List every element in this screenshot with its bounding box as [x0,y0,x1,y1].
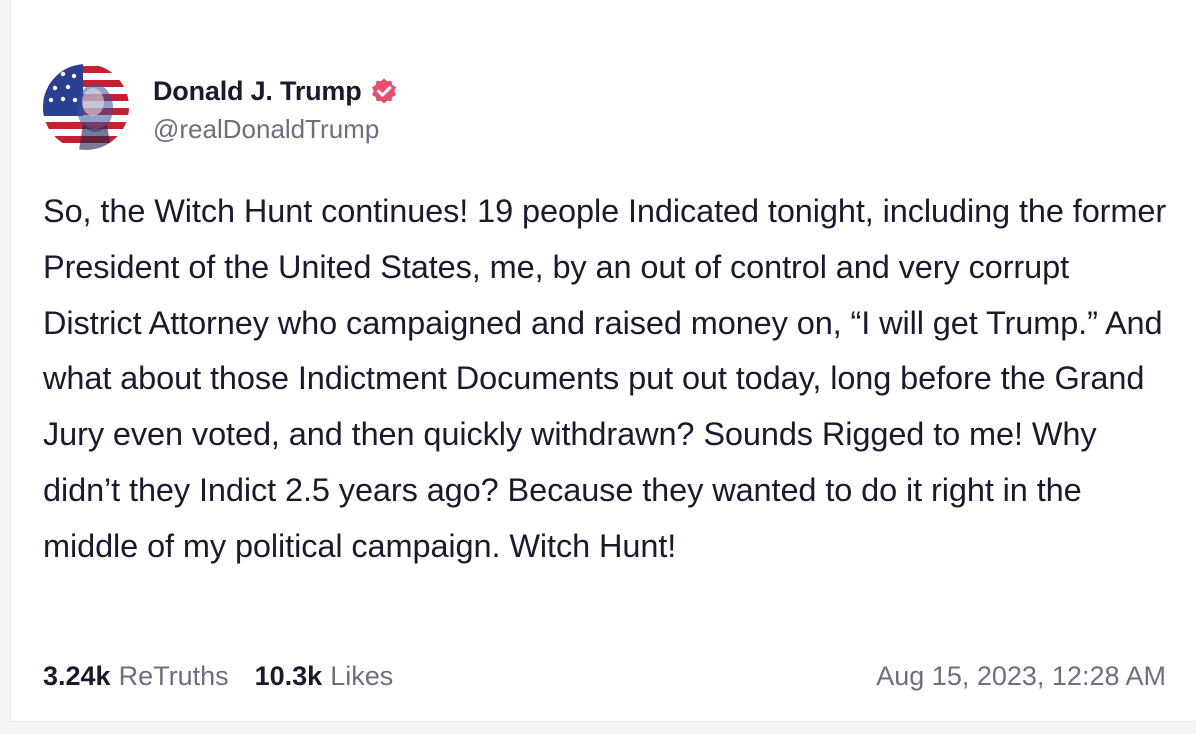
author-handle[interactable]: @realDonaldTrump [153,114,399,145]
author-info: Donald J. Trump @realDonaldTrump [153,70,399,145]
verified-badge-icon [371,78,396,103]
post-header: Donald J. Trump @realDonaldTrump [43,64,399,150]
author-display-name[interactable]: Donald J. Trump [153,76,362,107]
avatar[interactable] [43,64,129,150]
post-timestamp[interactable]: Aug 15, 2023, 12:28 AM [876,661,1166,692]
post-body: So, the Witch Hunt continues! 19 people … [43,193,1167,564]
retruths-count: 3.24k [43,660,111,691]
post-footer: 3.24k ReTruths 10.3k Likes Aug 15, 2023,… [43,652,1166,700]
likes-count: 10.3k [254,660,323,691]
retruths-label: ReTruths [118,660,229,691]
post-stats: 3.24k ReTruths 10.3k Likes [43,661,419,692]
author-name-row: Donald J. Trump [153,70,399,114]
post-card: Donald J. Trump @realDonaldTrump So, the… [10,0,1196,722]
likes-stat[interactable]: 10.3k Likes [255,661,394,692]
likes-label: Likes [330,660,394,691]
retruths-stat[interactable]: 3.24k ReTruths [43,661,229,692]
